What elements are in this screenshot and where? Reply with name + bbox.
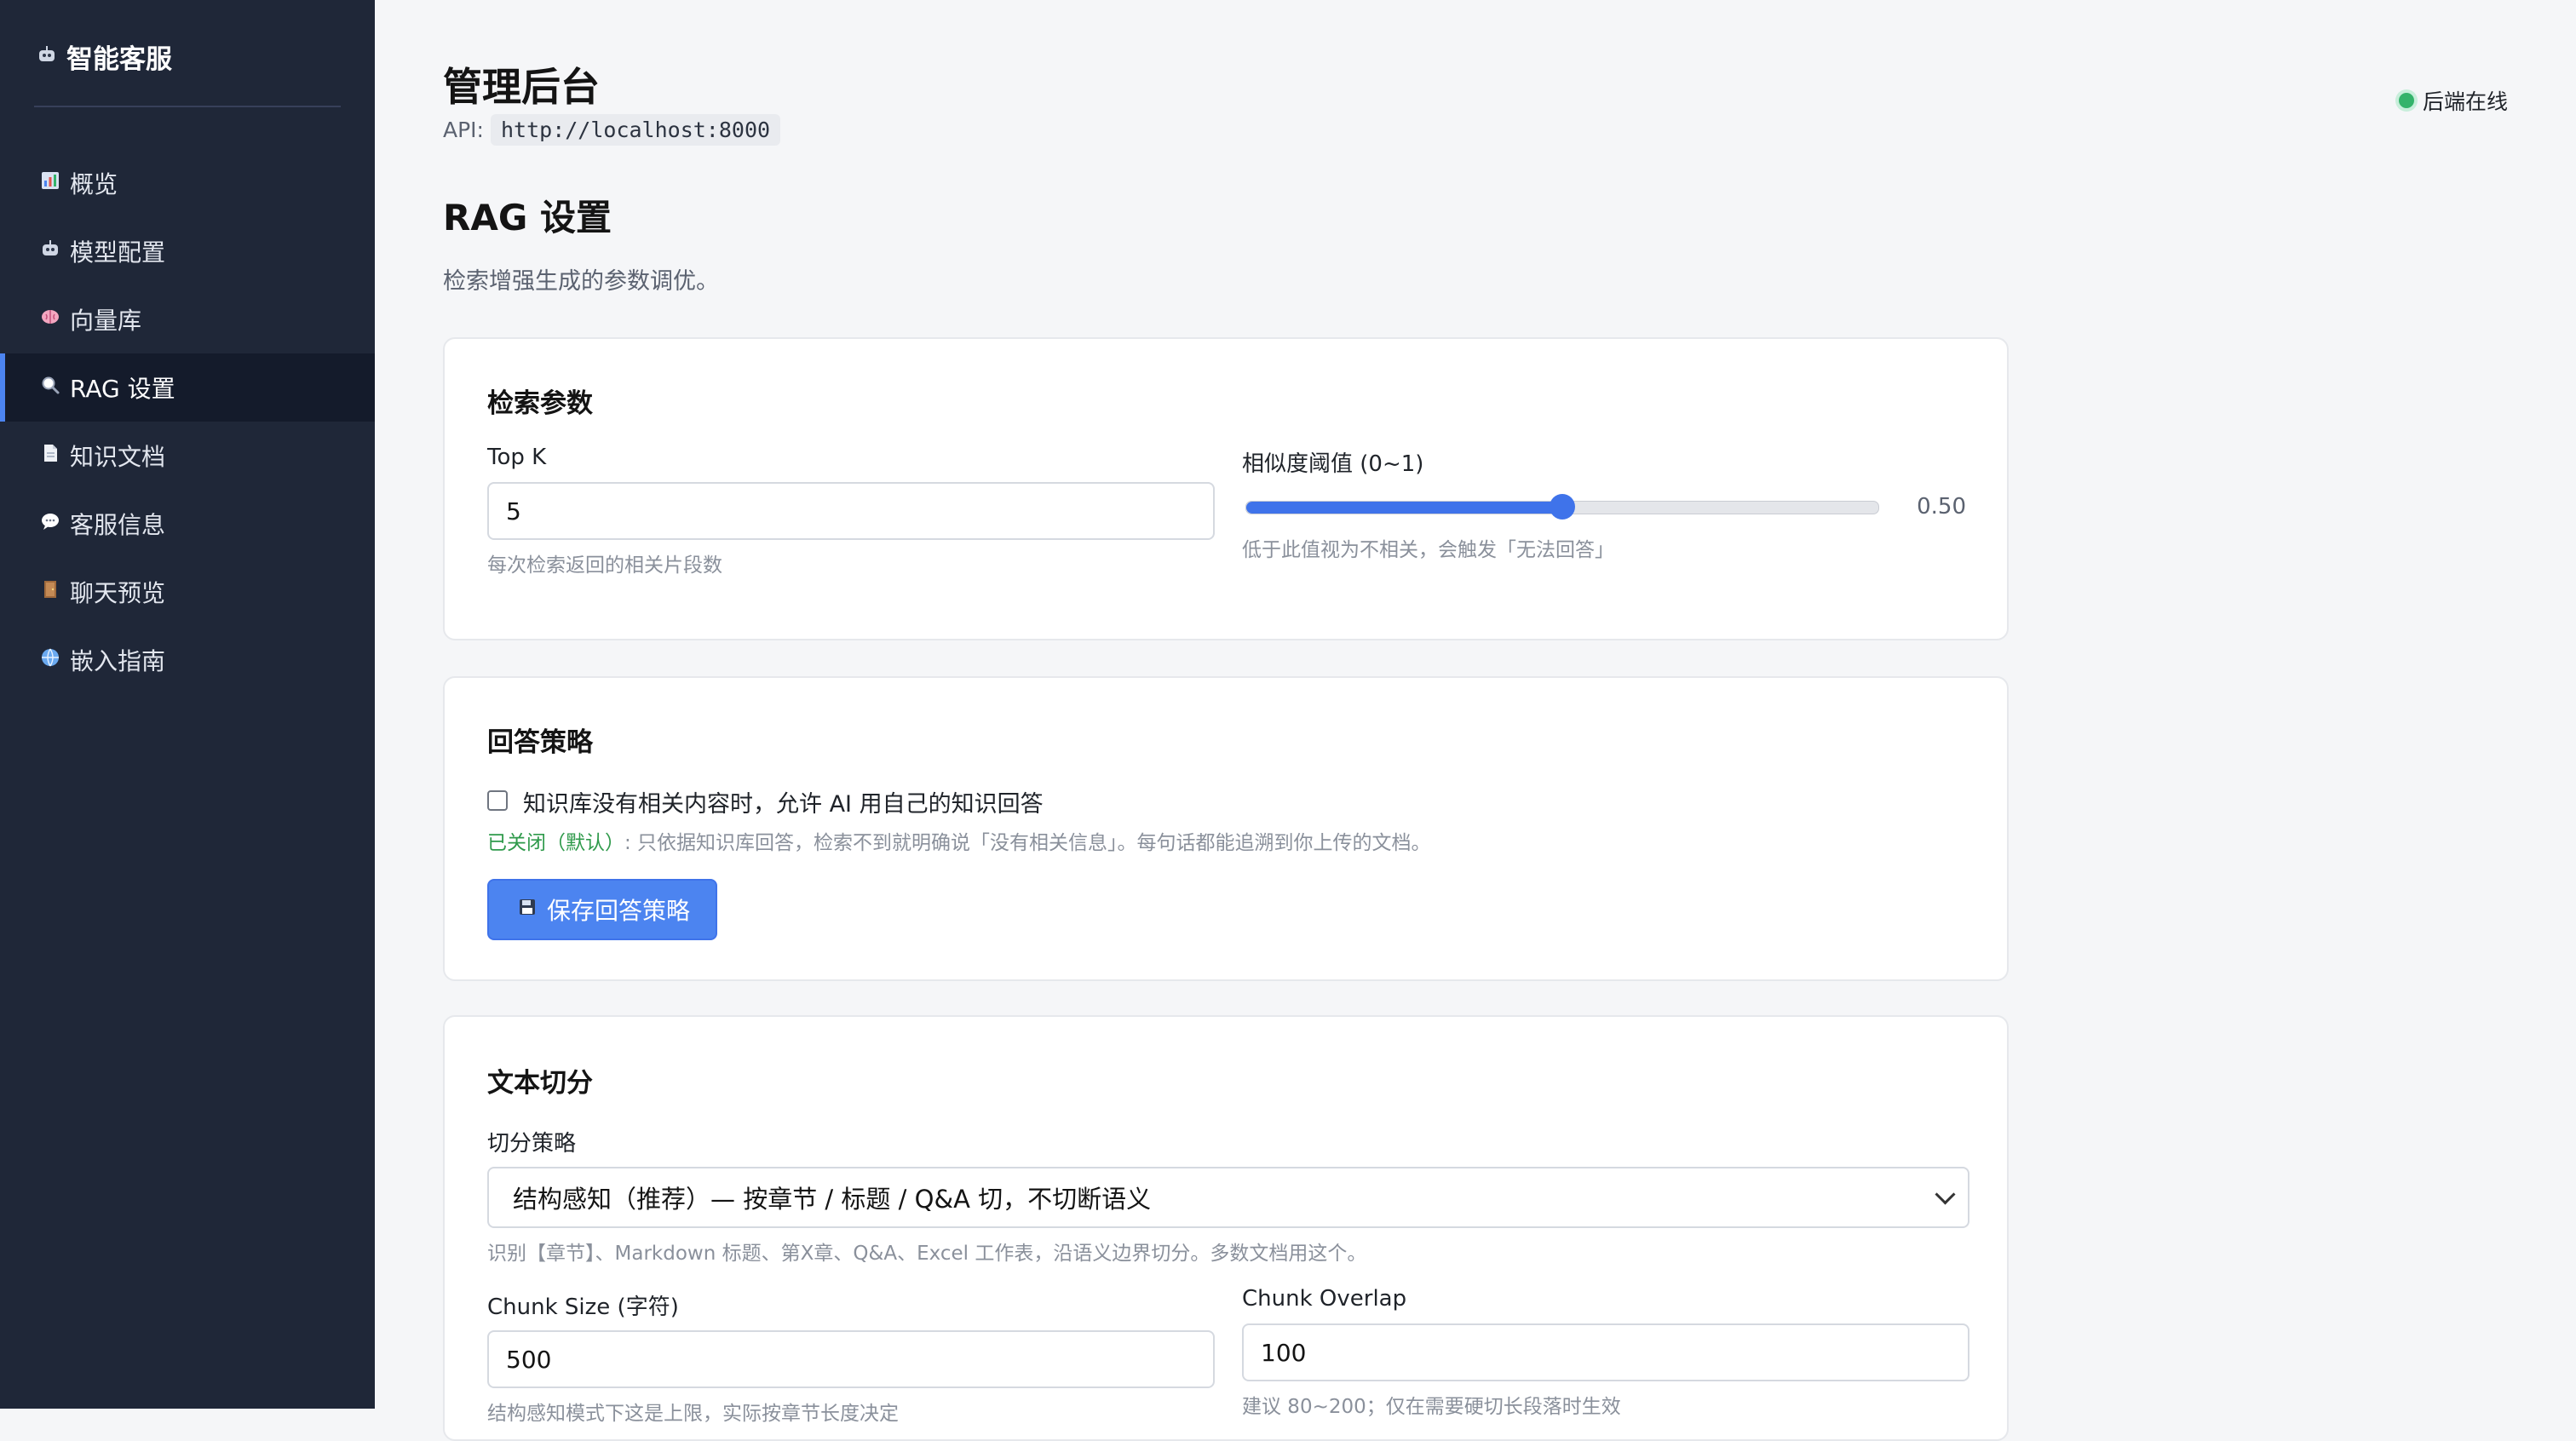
sidebar-item-label: 聊天预览 — [70, 579, 166, 607]
brain-icon — [37, 307, 63, 332]
strategy-label: 切分策略 — [487, 1131, 577, 1157]
chunk-overlap-input[interactable]: 100 — [1242, 1323, 1969, 1381]
sidebar-item-label: 模型配置 — [70, 238, 166, 267]
sidebar-item-knowledge-docs[interactable]: 知识文档 — [0, 422, 375, 490]
section-title: RAG 设置 — [443, 197, 612, 238]
sidebar-item-vector-store[interactable]: 向量库 — [0, 285, 375, 353]
status-prefix: 已关闭（默认） — [487, 832, 624, 854]
slider-fill — [1246, 502, 1562, 514]
card-title: 文本切分 — [487, 1068, 593, 1099]
retrieval-params-card: 检索参数 Top K 5 每次检索返回的相关片段数 相似度阈值 (0~1) 0.… — [443, 337, 2009, 640]
door-icon — [37, 579, 63, 605]
chunk-size-value: 500 — [506, 1345, 552, 1374]
sidebar-item-embed-guide[interactable]: 嵌入指南 — [0, 626, 375, 694]
status-label: 后端在线 — [2422, 89, 2508, 114]
section-description: 检索增强生成的参数调优。 — [443, 268, 719, 295]
card-title: 检索参数 — [487, 388, 593, 419]
robot-icon — [37, 238, 63, 264]
sidebar-item-label: 客服信息 — [70, 511, 166, 539]
sidebar-nav: 概览 模型配置 向量库 RAG 设置 知识文档 客服信息 聊天预览 嵌入指南 — [0, 149, 375, 694]
answer-status-note: 已关闭（默认）: 只依据知识库回答，检索不到就明确说「没有相关信息」。每句话都能… — [487, 826, 1431, 855]
api-label: API: — [443, 118, 484, 142]
sidebar-item-rag-settings[interactable]: RAG 设置 — [0, 353, 375, 422]
threshold-value: 0.50 — [1917, 494, 1966, 520]
topk-value: 5 — [506, 497, 521, 525]
backend-status: 后端在线 — [2398, 85, 2508, 116]
magnifier-icon — [37, 375, 63, 400]
page-title: 管理后台 — [443, 64, 600, 110]
robot-icon — [34, 44, 60, 70]
chunk-size-input[interactable]: 500 — [487, 1330, 1215, 1388]
sidebar-item-overview[interactable]: 概览 — [0, 149, 375, 217]
sidebar-divider — [34, 106, 341, 107]
threshold-hint: 低于此值视为不相关，会触发「无法回答」 — [1242, 539, 1614, 561]
sidebar: 智能客服 概览 模型配置 向量库 RAG 设置 知识文档 客服信息 聊天预览 嵌… — [0, 0, 375, 1409]
card-title: 回答策略 — [487, 727, 593, 758]
sidebar-item-chat-preview[interactable]: 聊天预览 — [0, 558, 375, 626]
text-chunking-card: 文本切分 切分策略 结构感知（推荐）— 按章节 / 标题 / Q&A 切，不切断… — [443, 1015, 2009, 1441]
sidebar-item-label: 嵌入指南 — [70, 647, 166, 675]
speech-bubble-icon — [37, 511, 63, 537]
chunk-size-label: Chunk Size (字符) — [487, 1295, 679, 1320]
document-icon — [37, 443, 63, 468]
brand-title: 智能客服 — [66, 44, 172, 75]
topk-input[interactable]: 5 — [487, 482, 1215, 540]
sidebar-item-label: 向量库 — [70, 307, 142, 335]
chart-icon — [37, 170, 63, 196]
globe-icon — [37, 647, 63, 673]
chevron-down-icon — [1935, 1184, 1956, 1205]
status-text: : 只依据知识库回答，检索不到就明确说「没有相关信息」。每句话都能追溯到你上传的… — [624, 832, 1431, 854]
api-url: http://localhost:8000 — [490, 114, 781, 146]
sidebar-item-label: 知识文档 — [70, 443, 166, 471]
api-line: API: http://localhost:8000 — [443, 114, 781, 146]
topk-label: Top K — [487, 445, 547, 470]
allow-ai-knowledge-checkbox[interactable] — [487, 790, 508, 811]
sidebar-item-service-info[interactable]: 客服信息 — [0, 490, 375, 558]
slider-thumb[interactable] — [1550, 494, 1575, 520]
brand: 智能客服 — [34, 37, 172, 76]
chunk-overlap-label: Chunk Overlap — [1242, 1286, 1407, 1312]
strategy-value: 结构感知（推荐）— 按章节 / 标题 / Q&A 切，不切断语义 — [513, 1185, 1152, 1214]
floppy-disk-icon — [515, 897, 540, 922]
sidebar-item-label: 概览 — [70, 170, 118, 198]
chunk-strategy-select[interactable]: 结构感知（推荐）— 按章节 / 标题 / Q&A 切，不切断语义 — [487, 1167, 1969, 1228]
chunk-overlap-hint: 建议 80~200；仅在需要硬切长段落时生效 — [1242, 1396, 1621, 1418]
sidebar-item-label: RAG 设置 — [70, 375, 175, 403]
save-button-label: 保存回答策略 — [547, 897, 691, 925]
sidebar-item-model-config[interactable]: 模型配置 — [0, 217, 375, 285]
answer-strategy-card: 回答策略 知识库没有相关内容时，允许 AI 用自己的知识回答 已关闭（默认）: … — [443, 676, 2009, 981]
threshold-slider[interactable] — [1245, 494, 1879, 520]
save-answer-strategy-button[interactable]: 保存回答策略 — [487, 879, 718, 940]
strategy-hint: 识别【章节】、Markdown 标题、第X章、Q&A、Excel 工作表，沿语义… — [487, 1243, 1367, 1265]
status-dot-icon — [2398, 93, 2414, 108]
chunk-size-hint: 结构感知模式下这是上限，实际按章节长度决定 — [487, 1403, 899, 1425]
topk-hint: 每次检索返回的相关片段数 — [487, 554, 722, 577]
threshold-label: 相似度阈值 (0~1) — [1242, 451, 1424, 477]
checkbox-label: 知识库没有相关内容时，允许 AI 用自己的知识回答 — [523, 791, 1044, 818]
chunk-overlap-value: 100 — [1261, 1338, 1307, 1367]
